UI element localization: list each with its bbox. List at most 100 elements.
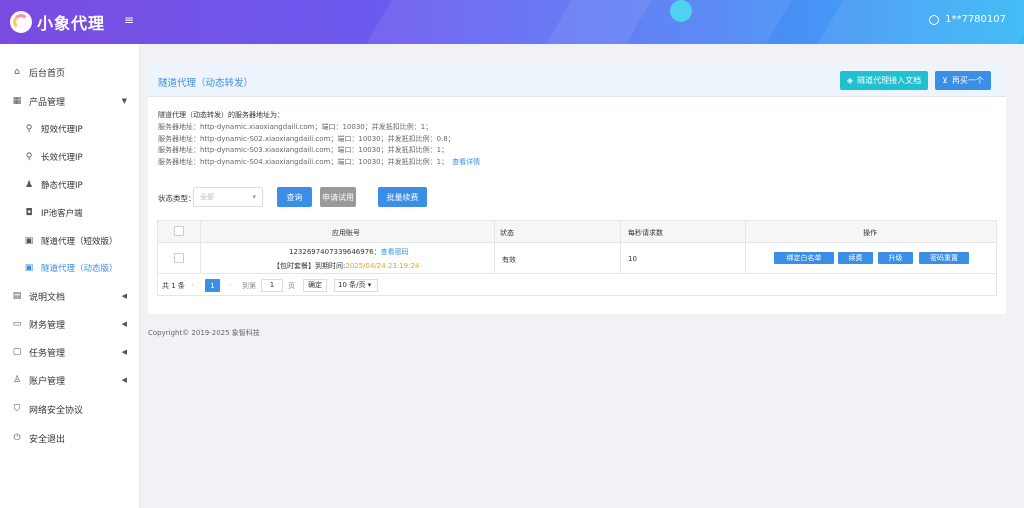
sidebar-item-label: 短效代理IP — [41, 125, 83, 135]
folder-icon: ▭ — [12, 319, 22, 329]
reset-password-button[interactable]: 密码重置 — [919, 252, 969, 264]
user-menu[interactable]: 1**7780107 — [929, 14, 1006, 25]
rps-cell: 10 — [628, 255, 637, 263]
server-line: 服务器地址：http-dynamic-S02.xiaoxiangdaili.co… — [158, 134, 455, 143]
panel-header: 隧道代理（动态转发） ◈ 隧道代理接入文档 ⊻ 再买一个 — [148, 64, 1006, 97]
sidebar-item-tasks[interactable]: ▢ 任务管理 ◀ — [0, 338, 140, 366]
column-header-actions: 操作 — [863, 229, 877, 237]
page-size-select[interactable]: 10 条/页 ▾ — [334, 279, 378, 292]
page-button-current[interactable]: 1 — [205, 279, 220, 292]
sidebar-item-label: 产品管理 — [29, 97, 66, 108]
next-page-icon[interactable]: › — [229, 281, 232, 289]
caret-left-icon: ◀ — [121, 376, 127, 384]
status-filter-select[interactable]: 全部 ▾ — [193, 187, 263, 207]
column-divider — [200, 221, 201, 273]
copyright: Copyright© 2019-2025 象智科技 — [148, 329, 260, 337]
menu-toggle-icon[interactable]: ≡ — [124, 14, 136, 26]
chevron-down-icon: ▾ — [252, 193, 256, 201]
status-filter-value: 全部 — [200, 193, 214, 201]
sidebar-item-label: 隧道代理（动态版） — [41, 264, 118, 274]
bus-icon: ▣ — [24, 236, 34, 246]
sidebar-item-ip-pool[interactable]: ◘ IP池客户端 — [0, 199, 140, 227]
sidebar-item-label: 说明文档 — [29, 292, 66, 303]
server-line: 服务器地址：http-dynamic.xiaoxiangdaili.com；端口… — [158, 122, 433, 131]
sidebar-item-label: 隧道代理（短效版） — [41, 237, 118, 247]
home-icon: ⌂ — [14, 67, 20, 77]
status-filter-label: 状态类型： — [158, 194, 196, 203]
view-password-link[interactable]: 查看密码 — [381, 248, 409, 256]
page-size-value: 10 条/页 — [338, 281, 366, 289]
username: 1**7780107 — [945, 14, 1006, 25]
server-line: 服务器地址：http-dynamic-S03.xiaoxiangdaili.co… — [158, 146, 449, 155]
upgrade-button[interactable]: 升级 — [878, 252, 913, 264]
sidebar-item-products[interactable]: ▦ 产品管理 ▼ — [0, 87, 140, 115]
user-icon: ♙ — [12, 375, 22, 385]
header-decoration-circle — [670, 0, 692, 22]
app-logo[interactable]: 小象代理 — [10, 10, 105, 34]
row-checkbox[interactable] — [174, 253, 184, 263]
grid-icon: ▦ — [12, 96, 22, 106]
expire-time: 2025/04/24 23:19:24 — [345, 262, 420, 270]
sidebar-item-tunnel-short[interactable]: ▣ 隧道代理（短效版） — [0, 227, 140, 255]
page-unit-label: 页 — [288, 282, 295, 290]
access-doc-label: 隧道代理接入文档 — [857, 76, 922, 85]
buy-another-label: 再买一个 — [951, 76, 984, 85]
select-all-checkbox[interactable] — [174, 226, 184, 236]
column-divider — [494, 221, 495, 273]
motorbike-icon: ⚲ — [25, 124, 33, 134]
elephant-logo-icon — [10, 11, 32, 33]
sidebar-item-account[interactable]: ♙ 账户管理 ◀ — [0, 366, 140, 394]
user-avatar-icon — [929, 14, 940, 25]
sidebar-item-security-protocol[interactable]: ⛉ 网络安全协议 — [0, 395, 140, 423]
sidebar-item-static-ip[interactable]: ♟ 静态代理IP — [0, 171, 140, 199]
view-details-link[interactable]: 查看详情 — [452, 158, 480, 166]
layers-icon: ◈ — [846, 76, 854, 85]
bind-whitelist-button[interactable]: 绑定白名单 — [774, 252, 834, 264]
goto-confirm-button[interactable]: 确定 — [303, 279, 327, 292]
column-header-status: 状态 — [500, 229, 514, 237]
sidebar-item-docs[interactable]: ▤ 说明文档 ◀ — [0, 282, 140, 310]
sidebar-item-tunnel-dynamic[interactable]: ▣ 隧道代理（动态版） — [0, 254, 140, 282]
sidebar-item-label: 静态代理IP — [41, 181, 83, 191]
sidebar: ⌂ 后台首页 ▦ 产品管理 ▼ ⚲ 短效代理IP ⚲ 长效代理IP ♟ 静态代理… — [0, 44, 140, 508]
sidebar-item-finance[interactable]: ▭ 财务管理 ◀ — [0, 310, 140, 338]
pagination: 共 1 条 ‹ 1 › 到第 1 页 确定 10 条/页 ▾ — [158, 273, 996, 296]
account-id: 1232697407339646976 — [289, 248, 374, 256]
caret-left-icon: ◀ — [121, 320, 127, 328]
column-divider — [620, 221, 621, 273]
page-title: 隧道代理（动态转发） — [158, 78, 254, 89]
caret-down-icon: ▼ — [121, 97, 127, 105]
plan-label: 【包时套餐】到期时间: — [273, 262, 346, 270]
renew-button[interactable]: 续费 — [838, 252, 873, 264]
sidebar-item-logout[interactable]: ⏻ 安全退出 — [0, 424, 140, 452]
total-count: 共 1 条 — [162, 282, 185, 290]
sidebar-item-label: 后台首页 — [29, 68, 66, 79]
shield-icon: ⛉ — [13, 404, 21, 414]
query-button[interactable]: 查询 — [277, 187, 312, 207]
tunnel-dynamic-panel: 隧道代理（动态转发） ◈ 隧道代理接入文档 ⊻ 再买一个 隧道代理（动态转发）的… — [148, 64, 1006, 314]
plan-cell: 【包时套餐】到期时间:2025/04/24 23:19:24 — [273, 261, 419, 271]
sidebar-item-label: IP池客户端 — [41, 209, 83, 219]
chevron-down-icon: ▾ — [367, 281, 372, 289]
person-icon: ♟ — [24, 180, 34, 190]
power-icon: ⏻ — [13, 433, 21, 443]
table-header: 应用账号 状态 每秒请求数 操作 — [158, 221, 996, 243]
column-divider — [745, 221, 746, 273]
batch-renew-button[interactable]: 批量续费 — [378, 187, 427, 207]
sidebar-item-short-ip[interactable]: ⚲ 短效代理IP — [0, 115, 140, 143]
goto-page-input[interactable]: 1 — [261, 279, 283, 292]
calendar-icon: ▢ — [12, 347, 22, 357]
prev-page-icon[interactable]: ‹ — [191, 281, 194, 289]
sidebar-item-long-ip[interactable]: ⚲ 长效代理IP — [0, 143, 140, 171]
buy-another-button[interactable]: ⊻ 再买一个 — [935, 71, 991, 90]
sidebar-item-label: 网络安全协议 — [29, 405, 84, 416]
server-info: 隧道代理（动态转发）的服务器地址为： 服务器地址：http-dynamic.xi… — [158, 110, 480, 169]
column-header-account: 应用账号 — [332, 229, 360, 237]
bus-icon: ▣ — [24, 263, 34, 273]
apply-trial-button[interactable]: 申请试用 — [320, 187, 356, 207]
document-icon: ▤ — [12, 291, 22, 301]
status-cell: 有效 — [502, 256, 516, 264]
sidebar-item-label: 任务管理 — [29, 348, 66, 359]
sidebar-item-home[interactable]: ⌂ 后台首页 — [0, 58, 140, 86]
access-doc-button[interactable]: ◈ 隧道代理接入文档 — [840, 71, 928, 90]
